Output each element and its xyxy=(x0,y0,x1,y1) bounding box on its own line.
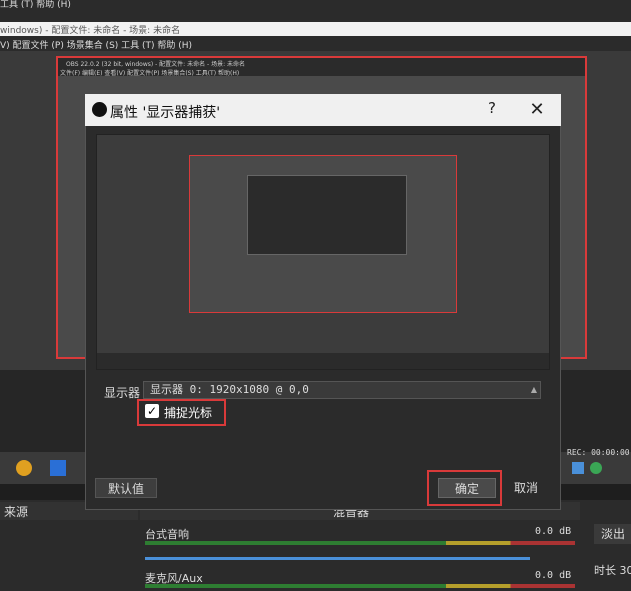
window-title-bar: windows) - 配置文件: 未命名 - 场景: 未命名 xyxy=(0,22,631,36)
defaults-button[interactable]: 默认值 xyxy=(95,478,157,498)
obs-logo-icon xyxy=(92,102,107,117)
window-title: windows) - 配置文件: 未命名 - 场景: 未命名 xyxy=(0,26,181,36)
ok-button[interactable]: 确定 xyxy=(438,478,496,498)
app-icon[interactable] xyxy=(50,460,66,476)
duration-label: 时长 30 xyxy=(594,564,631,577)
cancel-button[interactable]: 取消 xyxy=(504,478,548,498)
chrome-icon[interactable] xyxy=(16,460,32,476)
track1-db: 0.0 dB xyxy=(535,526,572,537)
track1-meter xyxy=(145,541,575,545)
top-menu: 工具 (T) 帮助 (H) xyxy=(0,0,71,10)
capture-cursor-checkbox[interactable]: ✓ xyxy=(145,404,159,418)
menu-bar-items[interactable]: V) 配置文件 (P) 场景集合 (S) 工具 (T) 帮助 (H) xyxy=(0,38,192,51)
mixer-panel xyxy=(140,520,580,591)
nested-window-bar: OBS 22.0.2 (32 bit, windows) - 配置文件: 未命名… xyxy=(58,58,585,77)
capture-cursor-label[interactable]: 捕捉光标 xyxy=(164,404,212,421)
nested-dialog xyxy=(247,175,407,255)
tray-icon xyxy=(590,462,602,474)
nested-menu: 文件(F) 编辑(E) 查看(V) 配置文件(P) 场景集合(S) 工具(T) … xyxy=(60,70,240,77)
track1-name: 台式音响 xyxy=(145,528,189,541)
capture-preview xyxy=(96,134,550,370)
dialog-title: 属性 '显示器捕获' xyxy=(110,105,221,121)
fade-button[interactable]: 淡出 xyxy=(594,524,631,544)
track2-db: 0.0 dB xyxy=(535,570,572,581)
nested-taskbar xyxy=(97,353,549,369)
menu-bar: V) 配置文件 (P) 场景集合 (S) 工具 (T) 帮助 (H) xyxy=(0,37,631,51)
tray-icon xyxy=(572,462,584,474)
close-button[interactable]: ✕ xyxy=(528,99,546,120)
track2-meter xyxy=(145,584,575,588)
chevron-down-icon[interactable]: ▲ xyxy=(527,381,541,399)
track1-volume-slider[interactable] xyxy=(145,557,530,560)
nested-title: OBS 22.0.2 (32 bit, windows) - 配置文件: 未命名… xyxy=(66,61,246,68)
help-button[interactable]: ? xyxy=(484,99,500,119)
display-label: 显示器 xyxy=(104,386,141,400)
sources-title: 来源 xyxy=(4,505,29,519)
display-select[interactable]: 显示器 0: 1920x1080 @ 0,0 xyxy=(143,381,541,399)
rec-status: REC: 00:00:00 xyxy=(567,448,630,457)
